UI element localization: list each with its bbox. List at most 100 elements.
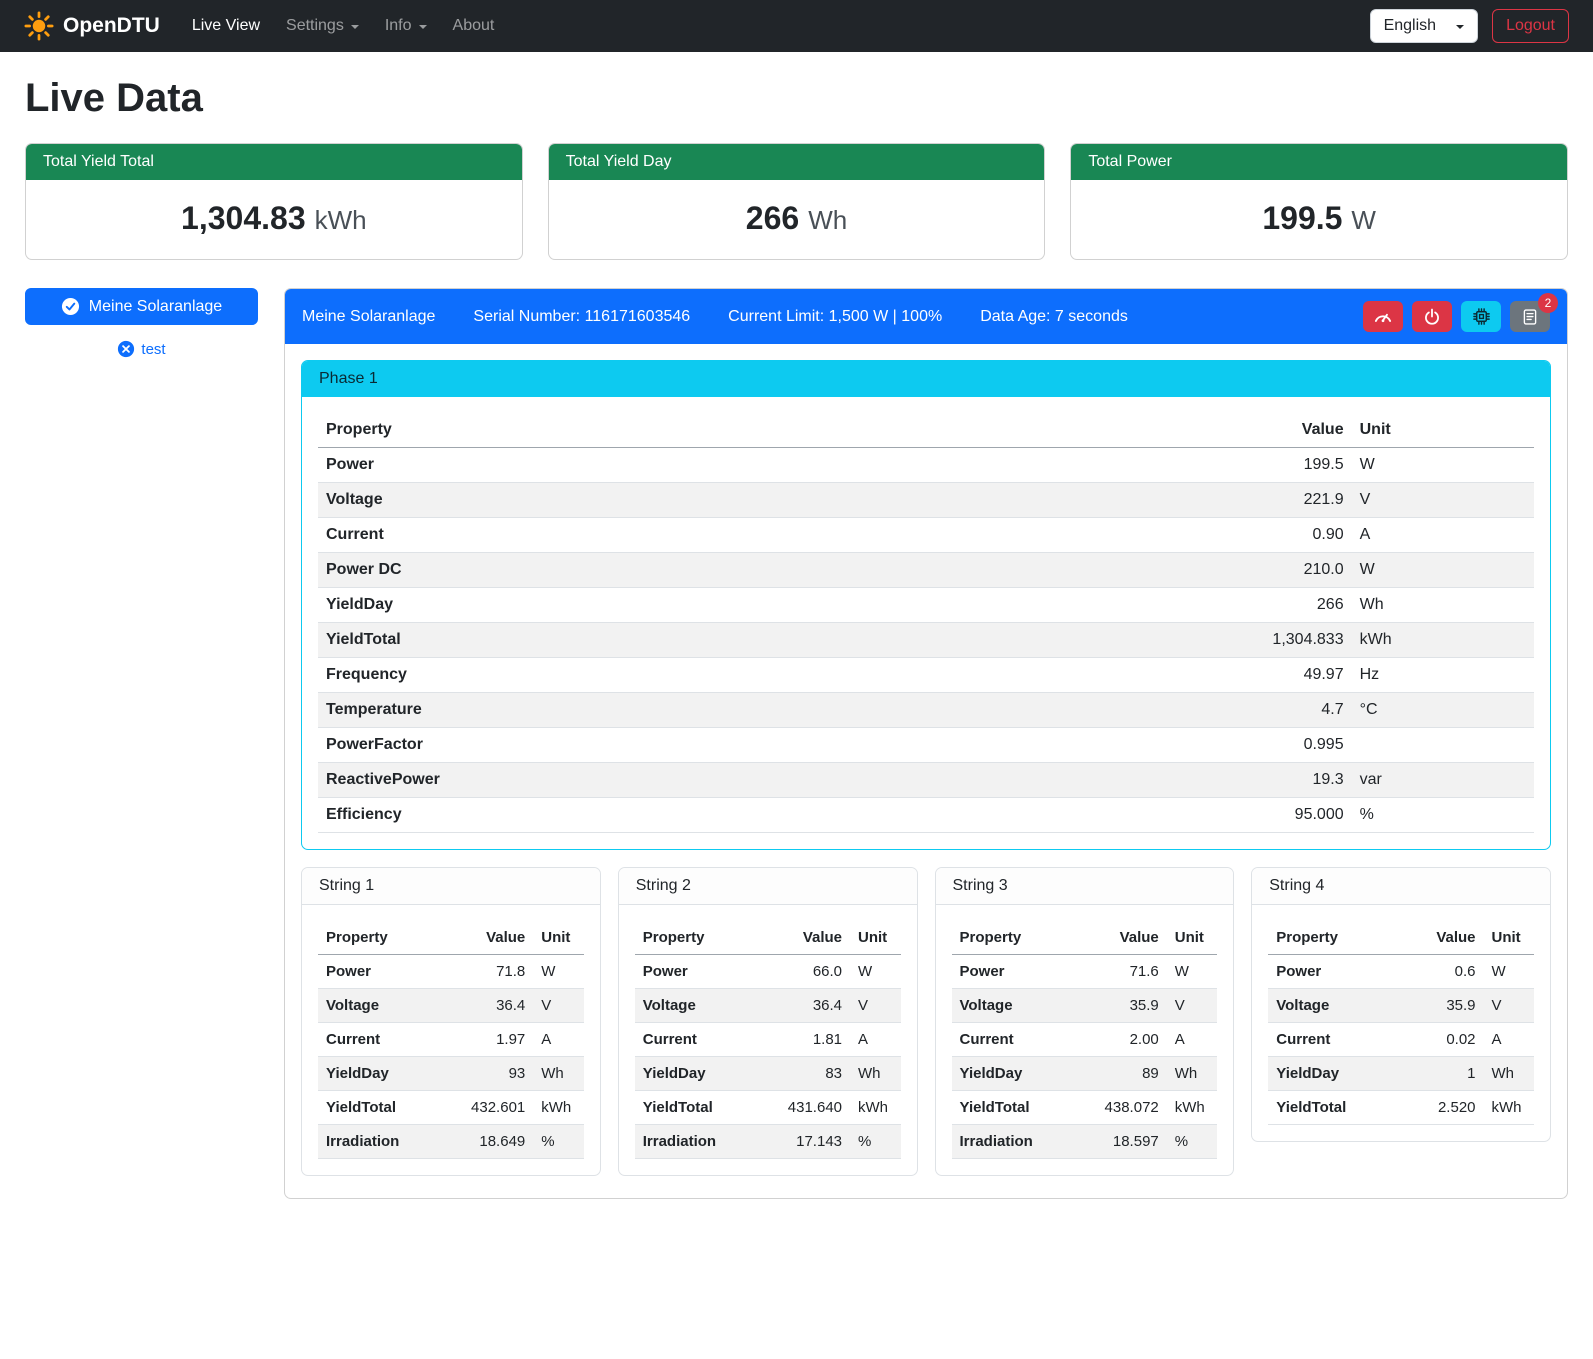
property-cell: Voltage — [952, 989, 1093, 1023]
card-body: 199.5W — [1071, 180, 1567, 259]
table-row: Power DC 210.0 W — [318, 553, 1534, 588]
property-cell: Voltage — [318, 989, 459, 1023]
unit-cell: kWh — [533, 1091, 583, 1125]
event-log-button[interactable]: 2 — [1510, 301, 1550, 332]
string-1-title: String 1 — [302, 868, 600, 905]
value-cell: 0.995 — [1169, 728, 1351, 763]
table-header-row: Property Value Unit — [318, 921, 584, 955]
unit-cell: % — [533, 1125, 583, 1159]
limit-settings-button[interactable] — [1363, 301, 1403, 332]
total-yield-day-value: 266 — [746, 200, 799, 236]
value-cell: 89 — [1092, 1057, 1166, 1091]
inverter-card: Meine Solaranlage Serial Number: 1161716… — [284, 288, 1568, 1199]
unit-cell: V — [1167, 989, 1217, 1023]
value-cell: 36.4 — [776, 989, 850, 1023]
property-header: Property — [1268, 921, 1409, 955]
table-row: YieldDay 1 Wh — [1268, 1057, 1534, 1091]
nav-item-live-view[interactable]: Live View — [180, 9, 272, 43]
device-info-button[interactable] — [1461, 301, 1501, 332]
power-icon — [1423, 308, 1441, 326]
property-cell: Voltage — [318, 483, 1169, 518]
table-row: Current 0.02 A — [1268, 1023, 1534, 1057]
value-cell: 18.649 — [459, 1125, 533, 1159]
table-row: Voltage 35.9 V — [952, 989, 1218, 1023]
table-header-row: Property Value Unit — [1268, 921, 1534, 955]
table-row: Power 66.0 W — [635, 955, 901, 989]
event-count-badge: 2 — [1538, 293, 1558, 313]
total-yield-day-unit: Wh — [808, 205, 847, 235]
string-body: Property Value Unit Power — [619, 905, 917, 1175]
value-header: Value — [459, 921, 533, 955]
value-cell: 83 — [776, 1057, 850, 1091]
property-cell: Current — [1268, 1023, 1409, 1057]
total-yield-total-value: 1,304.83 — [181, 200, 306, 236]
table-row: Current 2.00 A — [952, 1023, 1218, 1057]
property-cell: Current — [318, 518, 1169, 553]
value-cell: 19.3 — [1169, 763, 1351, 798]
property-cell: YieldTotal — [318, 1091, 459, 1125]
total-power-unit: W — [1351, 205, 1376, 235]
value-cell: 1.97 — [459, 1023, 533, 1057]
test-inverter-label: test — [141, 341, 165, 358]
value-cell: 18.597 — [1092, 1125, 1166, 1159]
unit-cell: V — [1352, 483, 1534, 518]
value-header: Value — [1169, 413, 1351, 448]
language-select[interactable]: English — [1370, 9, 1478, 43]
string-3-card: String 3 Property Value Unit — [935, 867, 1235, 1176]
nav-item-info[interactable]: Info — [373, 9, 439, 43]
table-row: YieldDay 93 Wh — [318, 1057, 584, 1091]
property-cell: YieldTotal — [635, 1091, 776, 1125]
string-2-table: Property Value Unit Power — [635, 921, 901, 1159]
power-control-button[interactable] — [1412, 301, 1452, 332]
unit-cell: % — [1352, 798, 1534, 833]
total-yield-total-unit: kWh — [315, 205, 367, 235]
inverter-actions: 2 — [1363, 301, 1550, 332]
property-cell: PowerFactor — [318, 728, 1169, 763]
property-cell: Voltage — [635, 989, 776, 1023]
table-row: Temperature 4.7 °C — [318, 693, 1534, 728]
x-circle-icon — [117, 340, 135, 358]
unit-cell: kWh — [1352, 623, 1534, 658]
page-title: Live Data — [25, 76, 1568, 121]
card-title: Total Yield Day — [549, 144, 1045, 180]
phase-card: Phase 1 Property Value Unit — [301, 360, 1551, 850]
value-cell: 49.97 — [1169, 658, 1351, 693]
inverter-select-button[interactable]: Meine Solaranlage — [25, 288, 258, 325]
brand-link[interactable]: OpenDTU — [24, 11, 160, 41]
nav-item-settings[interactable]: Settings — [274, 9, 371, 43]
unit-cell: Hz — [1352, 658, 1534, 693]
unit-cell: A — [1167, 1023, 1217, 1057]
value-cell: 432.601 — [459, 1091, 533, 1125]
value-header: Value — [1092, 921, 1166, 955]
property-cell: YieldTotal — [952, 1091, 1093, 1125]
value-header: Value — [1409, 921, 1483, 955]
table-row: ReactivePower 19.3 var — [318, 763, 1534, 798]
value-cell: 2.520 — [1409, 1091, 1483, 1125]
table-row: YieldDay 83 Wh — [635, 1057, 901, 1091]
unit-cell: kWh — [1167, 1091, 1217, 1125]
value-cell: 95.000 — [1169, 798, 1351, 833]
property-cell: Power — [318, 448, 1169, 483]
unit-cell: A — [533, 1023, 583, 1057]
brand-label: OpenDTU — [63, 14, 160, 38]
table-row: YieldDay 266 Wh — [318, 588, 1534, 623]
unit-cell: % — [1167, 1125, 1217, 1159]
value-cell: 0.02 — [1409, 1023, 1483, 1057]
table-row: Efficiency 95.000 % — [318, 798, 1534, 833]
unit-cell: Wh — [850, 1057, 900, 1091]
unit-cell: V — [850, 989, 900, 1023]
unit-cell: % — [850, 1125, 900, 1159]
unit-cell: W — [1484, 955, 1534, 989]
nav-item-about[interactable]: About — [441, 9, 507, 43]
string-4-title: String 4 — [1252, 868, 1550, 905]
unit-cell: Wh — [1167, 1057, 1217, 1091]
logout-button[interactable]: Logout — [1492, 9, 1569, 43]
property-header: Property — [635, 921, 776, 955]
card-title: Total Yield Total — [26, 144, 522, 180]
test-inverter-link[interactable]: test — [25, 340, 258, 358]
table-row: Power 199.5 W — [318, 448, 1534, 483]
property-cell: Power — [1268, 955, 1409, 989]
phase-body: Property Value Unit Power — [302, 397, 1550, 849]
total-yield-total-card: Total Yield Total 1,304.83 kWh — [25, 143, 523, 260]
unit-cell: Wh — [1352, 588, 1534, 623]
